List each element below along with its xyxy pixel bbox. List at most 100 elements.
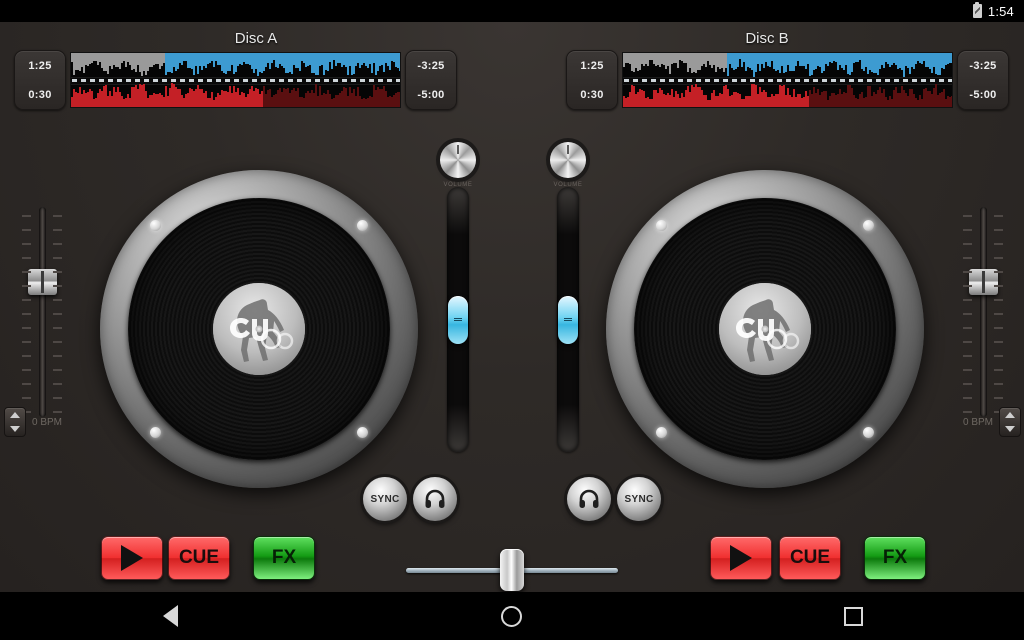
beat-tick [633, 79, 638, 82]
bpm-increase-icon[interactable] [1005, 412, 1016, 418]
deck-b-vinyl[interactable] [634, 198, 896, 460]
deck-b-cue-monitor-button[interactable] [567, 477, 611, 521]
deck-b-channel-fader[interactable] [557, 187, 579, 452]
deck-b-waveform[interactable] [622, 52, 953, 108]
beat-tick [921, 79, 926, 82]
deck-b-title: Disc B [745, 30, 789, 47]
beat-tick [81, 79, 86, 82]
pitch-tick [963, 257, 972, 259]
platter-led-icon [150, 427, 161, 438]
pitch-tick [22, 369, 31, 371]
pitch-tick [22, 299, 31, 301]
headphones-icon [579, 489, 599, 508]
beat-tick [207, 79, 212, 82]
beat-tick [759, 79, 764, 82]
beat-tick [261, 79, 266, 82]
deck-a-waveform-bottom [71, 83, 400, 107]
pitch-tick [963, 383, 972, 385]
deck-a-elapsed-bottom: 0:30 [28, 88, 52, 101]
pitch-tick [53, 355, 62, 357]
beat-tick [135, 79, 140, 82]
deck-b-bpm-stepper[interactable] [999, 407, 1022, 437]
platter-led-icon [863, 427, 874, 438]
pitch-tick [994, 243, 1003, 245]
beat-tick [651, 79, 656, 82]
deck-a-fx-button[interactable]: FX [253, 536, 315, 580]
beat-tick [315, 79, 320, 82]
beat-tick [714, 79, 719, 82]
deck-a-channel-thumb[interactable] [448, 296, 468, 344]
pitch-tick [994, 215, 1003, 217]
deck-b-elapsed-bottom: 0:30 [580, 88, 604, 101]
beat-tick [849, 79, 854, 82]
beat-tick [243, 79, 248, 82]
deck-a-waveform[interactable] [70, 52, 401, 108]
deck-a-cue-monitor-button[interactable] [413, 477, 457, 521]
pitch-tick [53, 285, 62, 287]
beat-tick [912, 79, 917, 82]
beat-tick [858, 79, 863, 82]
beat-tick [297, 79, 302, 82]
crossfader-thumb[interactable] [500, 549, 524, 591]
beat-tick [378, 79, 383, 82]
bpm-decrease-icon[interactable] [10, 426, 20, 432]
deck-a-volume-knob-wrap: VOLUME [436, 142, 480, 188]
deck-b-sync-button[interactable]: SYNC [617, 477, 661, 521]
deck-b-pitch-track[interactable] [980, 207, 987, 417]
deck-a-play-button[interactable] [101, 536, 163, 580]
nav-home-slot [412, 605, 612, 627]
back-triangle-icon[interactable] [163, 605, 179, 627]
deck-a-channel-fader[interactable] [447, 187, 469, 452]
bpm-increase-icon[interactable] [10, 412, 20, 418]
pitch-tick [22, 271, 31, 273]
deck-b-bpm-row: 0 BPM [963, 407, 1022, 437]
pitch-tick [22, 397, 31, 399]
recents-square-icon[interactable] [843, 606, 863, 626]
platter-led-icon [656, 220, 667, 231]
deck-a-bpm-stepper[interactable] [4, 407, 26, 437]
pitch-tick [994, 257, 1003, 259]
beat-tick [108, 79, 113, 82]
status-clock: 1:54 [987, 3, 1014, 19]
deck-b-fx-button[interactable]: FX [864, 536, 926, 580]
deck-a-sync-button[interactable]: SYNC [363, 477, 407, 521]
beat-tick [723, 79, 728, 82]
pitch-tick [994, 271, 1003, 273]
beat-tick [306, 79, 311, 82]
deck-b-play-button[interactable] [710, 536, 772, 580]
deck-a-cue-button[interactable]: CUE [168, 536, 230, 580]
deck-a-turntable[interactable] [100, 170, 418, 488]
play-icon [730, 545, 752, 571]
pitch-tick [963, 243, 972, 245]
pitch-tick [994, 313, 1003, 315]
beat-tick [669, 79, 674, 82]
deck-a-vinyl[interactable] [128, 198, 390, 460]
deck-b-turntable[interactable] [606, 170, 924, 488]
deck-a-volume-knob[interactable] [440, 142, 476, 178]
beat-tick [270, 79, 275, 82]
deck-b-volume-knob[interactable] [550, 142, 586, 178]
pitch-tick [963, 369, 972, 371]
home-circle-icon[interactable] [501, 605, 523, 627]
beat-tick [288, 79, 293, 82]
deck-b-waveform-bottom [623, 83, 952, 107]
deck-a-pitch-track[interactable] [39, 207, 46, 417]
status-bar: 1:54 [0, 0, 1024, 22]
crossfader[interactable] [406, 549, 618, 591]
beat-tick [324, 79, 329, 82]
deck-b-channel-thumb[interactable] [558, 296, 578, 344]
deck-b-cue-button[interactable]: CUE [779, 536, 841, 580]
pitch-tick [994, 383, 1003, 385]
beat-tick [876, 79, 881, 82]
pitch-tick [963, 215, 972, 217]
pitch-tick [994, 355, 1003, 357]
beat-tick [99, 79, 104, 82]
pitch-tick [963, 229, 972, 231]
beat-tick [678, 79, 683, 82]
deck-b-pitch-fader[interactable] [956, 207, 1010, 417]
beat-tick [732, 79, 737, 82]
deck-b-elapsed-top: 1:25 [580, 59, 604, 72]
bpm-decrease-icon[interactable] [1005, 426, 1016, 432]
pitch-tick [963, 271, 972, 273]
deck-a-pitch-fader[interactable] [15, 207, 69, 417]
